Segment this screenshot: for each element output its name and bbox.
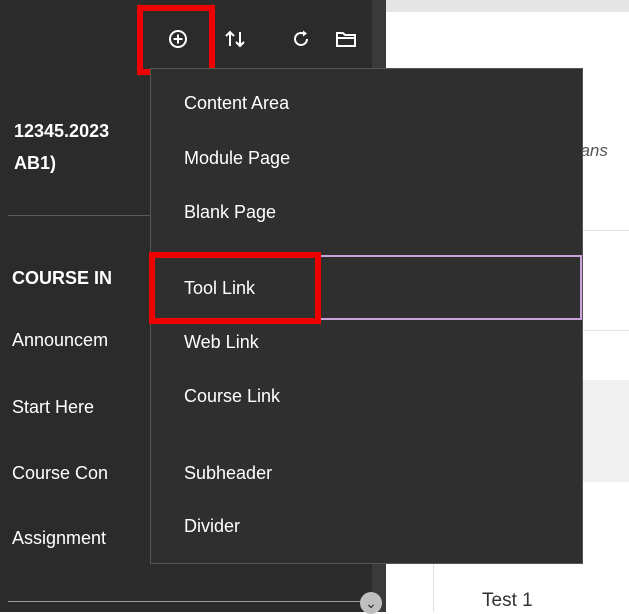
section-heading: COURSE IN [12, 268, 113, 288]
add-icon-highlight [137, 5, 215, 75]
tool-link-highlight [149, 252, 321, 324]
menu-item-course-link[interactable]: Course Link [184, 386, 280, 407]
menu-item-blank-page[interactable]: Blank Page [184, 202, 276, 223]
menu-item-subheader[interactable]: Subheader [184, 463, 272, 484]
sidebar-item-announcements[interactable]: Announcem [12, 330, 108, 351]
refresh-icon[interactable] [288, 26, 314, 52]
sort-icon[interactable] [222, 26, 248, 52]
sidebar-item-assignments[interactable]: Assignment [12, 528, 106, 549]
test-item-label[interactable]: Test 1 [482, 590, 533, 612]
top-bar [386, 0, 629, 12]
menu-item-web-link[interactable]: Web Link [184, 332, 259, 353]
menu-item-module-page[interactable]: Module Page [184, 148, 290, 169]
course-title: 12345.2023 AB1) [14, 121, 110, 173]
menu-item-content-area[interactable]: Content Area [184, 93, 289, 114]
chevron-down-icon[interactable]: ⌄ [360, 592, 382, 614]
sidebar-item-course-content[interactable]: Course Con [12, 463, 108, 484]
sidebar-item-start-here[interactable]: Start Here [12, 397, 94, 418]
sidebar-bottom-divider [8, 601, 363, 602]
menu-item-divider[interactable]: Divider [184, 516, 240, 537]
folder-icon[interactable] [333, 26, 359, 52]
